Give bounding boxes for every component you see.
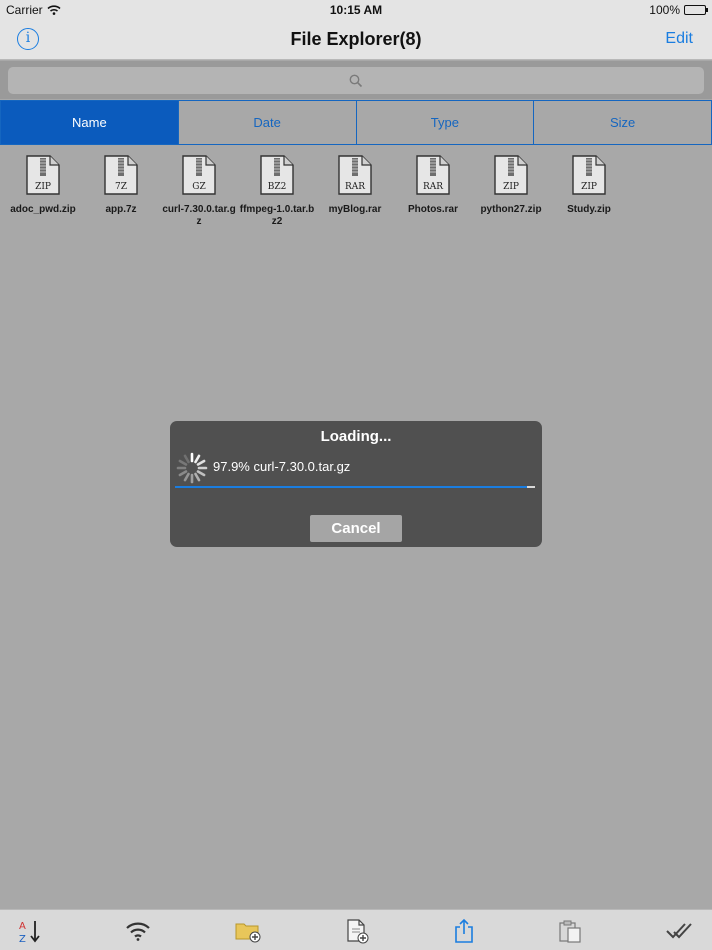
svg-text:ZIP: ZIP <box>581 182 597 192</box>
svg-text:RAR: RAR <box>345 182 365 192</box>
file-name: Study.zip <box>567 204 611 215</box>
share-icon[interactable] <box>450 917 478 945</box>
file-name: adoc_pwd.zip <box>10 204 76 215</box>
battery-percent: 100% <box>649 3 680 17</box>
sort-segmented-control: Name Date Type Size <box>0 100 712 145</box>
sort-az-icon[interactable]: A Z <box>16 917 44 945</box>
file-item[interactable]: GZ curl-7.30.0.tar.gz <box>159 155 239 228</box>
file-item[interactable]: ZIP python27.zip <box>471 155 551 216</box>
file-name: curl-7.30.0.tar.gz <box>162 204 236 227</box>
bz2-archive-icon: BZ2 <box>260 155 294 195</box>
file-name: myBlog.rar <box>328 204 382 215</box>
loading-dialog: Loading... 97.9% curl-7.30.0.tar.gz Canc… <box>170 421 542 547</box>
file-name: python27.zip <box>480 204 542 215</box>
wifi-icon[interactable] <box>124 917 152 945</box>
svg-text:A: A <box>19 921 26 932</box>
rar-archive-icon: RAR <box>338 155 372 195</box>
search-icon <box>349 74 363 87</box>
battery-icon <box>684 5 708 15</box>
file-item[interactable]: RAR Photos.rar <box>393 155 473 216</box>
file-item[interactable]: ZIP Study.zip <box>549 155 629 216</box>
tab-sort-name[interactable]: Name <box>1 101 178 144</box>
tab-sort-date[interactable]: Date <box>177 101 356 144</box>
bottom-toolbar: A Z <box>0 909 712 950</box>
loading-status: 97.9% curl-7.30.0.tar.gz <box>213 459 351 474</box>
loading-title: Loading... <box>320 428 392 445</box>
svg-text:7Z: 7Z <box>115 182 127 192</box>
page-title: File Explorer(8) <box>290 29 422 49</box>
paste-icon[interactable] <box>556 917 584 945</box>
gz-archive-icon: GZ <box>182 155 216 195</box>
svg-text:ZIP: ZIP <box>503 182 519 192</box>
zip-archive-icon: ZIP <box>26 155 60 195</box>
file-name: app.7z <box>105 204 137 215</box>
new-file-icon[interactable] <box>343 917 371 945</box>
file-name: ffmpeg-1.0.tar.bz2 <box>239 204 315 227</box>
search-bar <box>0 61 712 99</box>
tab-sort-size[interactable]: Size <box>533 101 711 144</box>
file-item[interactable]: ZIP adoc_pwd.zip <box>3 155 83 216</box>
status-bar: Carrier 10:15 AM 100% <box>0 0 712 20</box>
file-item[interactable]: 7Z app.7z <box>81 155 161 216</box>
tab-sort-type[interactable]: Type <box>355 101 534 144</box>
svg-text:GZ: GZ <box>192 182 205 192</box>
zip-archive-icon: ZIP <box>494 155 528 195</box>
navigation-bar: i File Explorer(8) Edit <box>0 20 712 60</box>
search-input[interactable] <box>8 67 704 94</box>
svg-text:BZ2: BZ2 <box>268 182 287 192</box>
file-name: Photos.rar <box>407 204 458 215</box>
svg-text:ZIP: ZIP <box>35 182 51 192</box>
battery-info: 100% <box>649 3 708 17</box>
cancel-button[interactable]: Cancel <box>310 515 402 542</box>
status-time: 10:15 AM <box>329 3 383 17</box>
select-all-icon[interactable] <box>665 917 693 945</box>
svg-text:RAR: RAR <box>423 182 443 192</box>
file-item[interactable]: RAR myBlog.rar <box>315 155 395 216</box>
new-folder-icon[interactable] <box>234 917 262 945</box>
7z-archive-icon: 7Z <box>104 155 138 195</box>
zip-archive-icon: ZIP <box>572 155 606 195</box>
rar-archive-icon: RAR <box>416 155 450 195</box>
spinner-icon <box>176 452 208 484</box>
file-item[interactable]: BZ2 ffmpeg-1.0.tar.bz2 <box>237 155 317 228</box>
progress-fill <box>175 486 528 488</box>
edit-button[interactable]: Edit <box>665 30 693 48</box>
svg-text:Z: Z <box>19 934 26 944</box>
progress-bar <box>175 486 535 488</box>
